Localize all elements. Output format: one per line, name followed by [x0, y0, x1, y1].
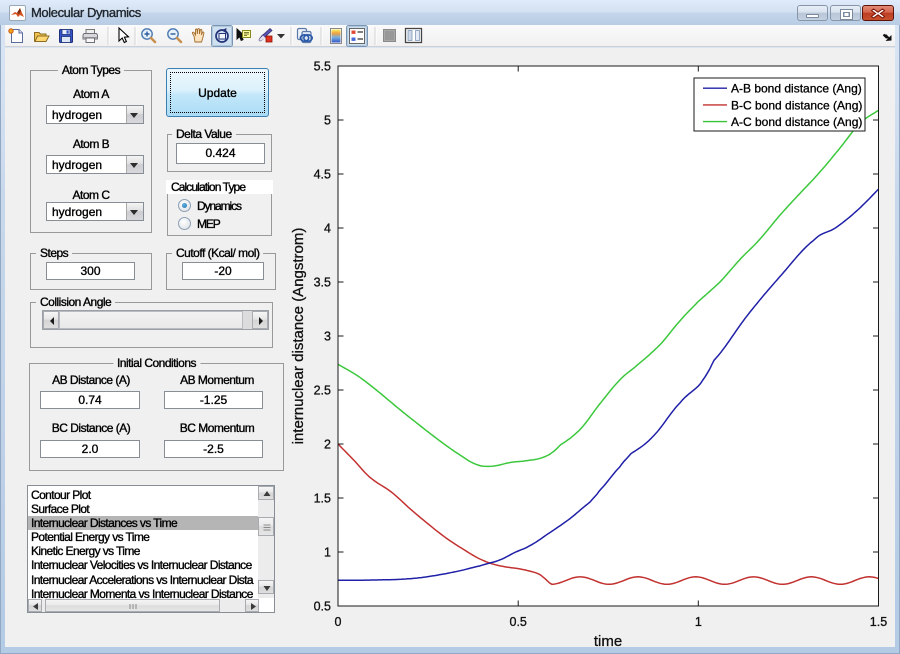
svg-text:4: 4 [324, 222, 331, 236]
svg-text:4.5: 4.5 [314, 168, 331, 182]
svg-text:A-C bond distance (Ang): A-C bond distance (Ang) [731, 115, 862, 129]
svg-text:2: 2 [324, 438, 331, 452]
svg-text:1.5: 1.5 [870, 615, 887, 629]
svg-text:3: 3 [324, 330, 331, 344]
svg-text:1: 1 [324, 546, 331, 560]
svg-text:5: 5 [324, 114, 331, 128]
svg-text:A-B bond distance (Ang): A-B bond distance (Ang) [731, 82, 862, 96]
svg-text:1.5: 1.5 [314, 492, 331, 506]
svg-text:internuclear distance (Angstro: internuclear distance (Angstrom) [290, 228, 307, 445]
svg-text:0.5: 0.5 [314, 600, 331, 614]
svg-text:0: 0 [335, 615, 342, 629]
svg-text:time: time [594, 633, 622, 650]
svg-text:B-C bond distance (Ang): B-C bond distance (Ang) [731, 98, 862, 112]
svg-text:0.5: 0.5 [510, 615, 527, 629]
svg-text:2.5: 2.5 [314, 384, 331, 398]
svg-text:5.5: 5.5 [314, 60, 331, 74]
svg-text:3.5: 3.5 [314, 276, 331, 290]
svg-text:1: 1 [695, 615, 702, 629]
